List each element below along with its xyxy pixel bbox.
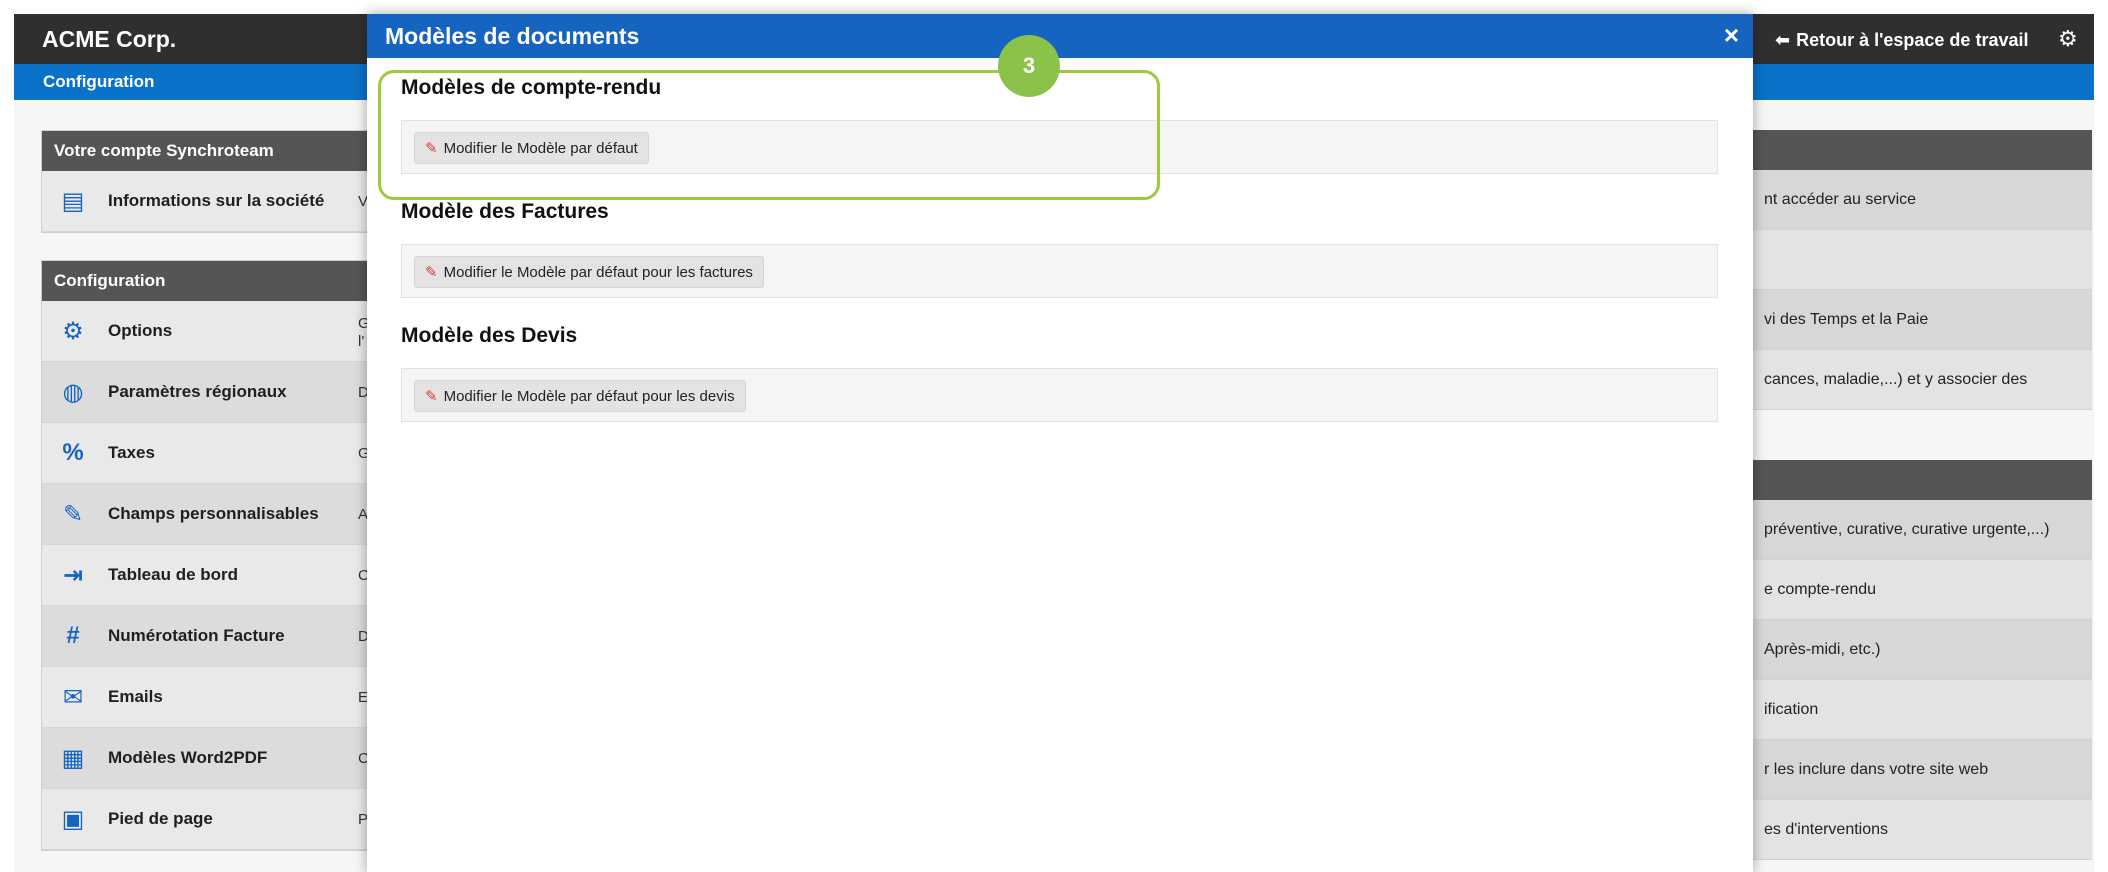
right-panel-2: vi des Temps et la Paie cances, maladie,… [1752,230,2092,410]
section-box-quote-templates: ✎ Modifier le Modèle par défaut pour les… [401,368,1718,422]
list-item-word2pdf[interactable]: ▦ Modèles Word2PDF C [42,728,402,789]
list-item-label: Paramètres régionaux [108,382,287,401]
list-item-label: Numérotation Facture [108,626,285,645]
pencil-icon: ✎ [425,264,438,281]
list-item-regional-settings[interactable]: ◍ Paramètres régionaux D [42,362,402,423]
right-panel-3-header [1752,460,2092,500]
list-item[interactable]: r les inclure dans votre site web [1752,740,2092,800]
configuration-panel-header: Configuration [42,261,402,301]
percent-icon: % [62,439,84,466]
configuration-panel: Configuration ⚙ Options G l' ◍ Paramètre… [41,260,403,851]
list-item[interactable]: es d'interventions [1752,800,2092,860]
list-item[interactable]: préventive, curative, curative urgente,.… [1752,500,2092,560]
section-title-quote-templates: Modèle des Devis [401,324,578,347]
list-item-dashboard[interactable]: ⇥ Tableau de bord C [42,545,402,606]
edit-default-quote-template-button[interactable]: ✎ Modifier le Modèle par défaut pour les… [414,380,746,412]
edit-icon: ✎ [62,500,84,528]
right-panel-1-header [1752,130,2092,170]
file-export-icon: ⇥ [62,561,84,589]
gear-icon: ⚙ [62,317,84,345]
account-panel: Votre compte Synchroteam ▤ Informations … [41,130,403,233]
close-icon[interactable]: × [1724,20,1739,51]
brand-name: ACME Corp. [42,26,177,52]
edit-default-invoice-template-button[interactable]: ✎ Modifier le Modèle par défaut pour les… [414,256,764,288]
list-item-invoice-numbering[interactable]: # Numérotation Facture D [42,606,402,667]
modal-header: Modèles de documents × [367,14,1753,58]
page-title: Configuration [43,72,155,91]
button-label: Modifier le Modèle par défaut pour les d… [443,387,735,405]
back-link-label: Retour à l'espace de travail [1796,30,2029,50]
pencil-icon: ✎ [425,388,438,405]
list-item-label: Modèles Word2PDF [108,748,268,767]
list-item-label: Emails [108,687,163,706]
section-box-invoice-templates: ✎ Modifier le Modèle par défaut pour les… [401,244,1718,298]
step-badge: 3 [998,35,1060,97]
list-item-label: Champs personnalisables [108,504,319,523]
list-item-options[interactable]: ⚙ Options G l' [42,301,402,362]
button-label: Modifier le Modèle par défaut pour les f… [443,263,753,281]
list-item[interactable] [1752,230,2092,290]
list-item-label: Tableau de bord [108,565,239,584]
section-title-invoice-templates: Modèle des Factures [401,200,609,223]
modal-title: Modèles de documents [385,23,640,49]
list-item-label: Pied de page [108,809,213,828]
right-panel-3: préventive, curative, curative urgente,.… [1752,460,2092,860]
list-item-custom-fields[interactable]: ✎ Champs personnalisables A [42,484,402,545]
gear-icon[interactable]: ⚙ [2058,26,2078,52]
right-panel-1: nt accéder au service [1752,130,2092,230]
list-item[interactable]: ification [1752,680,2092,740]
arrow-left-icon: ⬅ [1775,30,1791,50]
account-panel-header: Votre compte Synchroteam [42,131,402,171]
globe-icon: ◍ [62,378,84,406]
list-item-taxes[interactable]: % Taxes G [42,423,402,484]
list-item[interactable]: vi des Temps et la Paie [1752,290,2092,350]
mail-icon: ✉ [62,683,84,711]
list-item-emails[interactable]: ✉ Emails E [42,667,402,728]
list-item-label: Options [108,321,173,340]
pdf-file-icon: ▦ [61,744,85,772]
hash-icon: # [66,622,80,649]
back-to-workspace-link[interactable]: ⬅ Retour à l'espace de travail [1775,30,2028,51]
list-item-label: Informations sur la société [108,191,325,210]
list-item-label: Taxes [108,443,155,462]
list-item[interactable]: e compte-rendu [1752,560,2092,620]
list-item[interactable]: ▤ Informations sur la société V [42,171,402,232]
code-file-icon: ▣ [61,805,85,833]
list-item[interactable]: Après-midi, etc.) [1752,620,2092,680]
id-card-icon: ▤ [61,187,85,215]
list-item-footer[interactable]: ▣ Pied de page P [42,789,402,850]
list-item[interactable]: nt accéder au service [1752,170,2092,230]
list-item[interactable]: cances, maladie,...) et y associer des [1752,350,2092,410]
